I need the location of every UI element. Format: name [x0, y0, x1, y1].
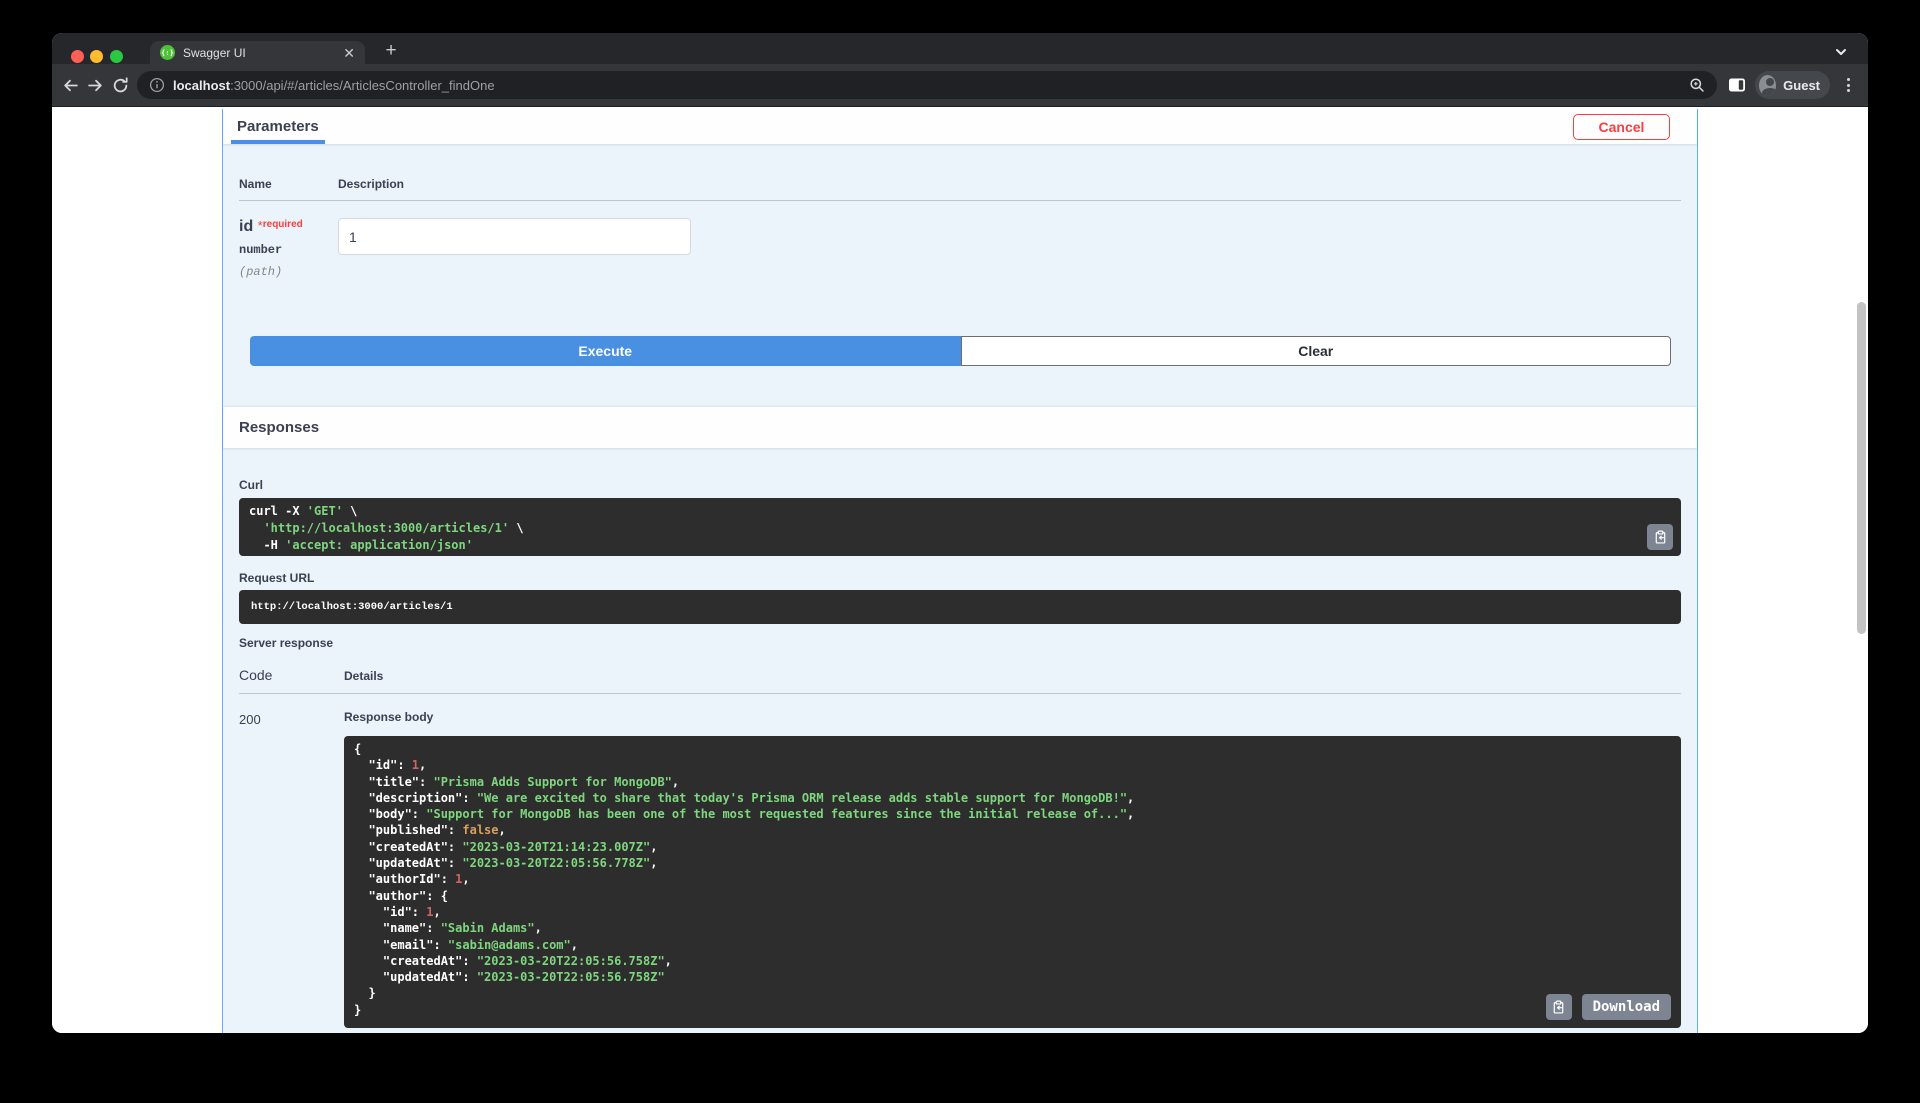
back-icon[interactable] [58, 71, 82, 99]
responses-section-header: Responses [223, 407, 1697, 448]
request-url-value: http://localhost:3000/articles/1 [239, 590, 1681, 624]
browser-titlebar: {:} Swagger UI ✕ + [52, 33, 1868, 64]
tab-close-icon[interactable]: ✕ [343, 46, 355, 60]
reload-icon[interactable] [108, 71, 132, 99]
profile-label: Guest [1783, 77, 1820, 93]
forward-icon[interactable] [83, 71, 107, 99]
site-info-icon[interactable] [149, 77, 165, 93]
tab-parameters[interactable]: Parameters [231, 109, 325, 144]
parameter-location: (path) [239, 265, 283, 279]
copy-response-button[interactable] [1545, 994, 1572, 1020]
execute-button[interactable]: Execute [250, 336, 961, 366]
new-tab-icon[interactable]: + [380, 40, 402, 62]
curl-label: Curl [239, 478, 263, 492]
operation-block: Parameters Cancel Name Description id *r… [222, 109, 1698, 1033]
swagger-favicon-icon: {:} [160, 45, 175, 60]
responses-body: Curl curl -X 'GET' \ 'http://localhost:3… [223, 448, 1697, 1028]
tab-title: Swagger UI [183, 45, 246, 60]
clear-button[interactable]: Clear [960, 336, 1671, 366]
code-column-header: Code [239, 667, 273, 683]
avatar [1759, 74, 1777, 96]
url-host: localhost [173, 77, 231, 93]
parameters-section-header: Parameters Cancel [223, 109, 1697, 144]
response-row: 200 Response body { "id": 1, "title": "P… [239, 694, 1681, 1028]
responses-title: Responses [239, 419, 320, 436]
request-url-label: Request URL [239, 571, 315, 585]
parameter-type: number [239, 243, 283, 257]
response-table-header: Code Details [239, 667, 1681, 694]
copy-curl-button[interactable] [1647, 524, 1673, 550]
profile-button[interactable]: Guest [1755, 71, 1830, 99]
details-column-header: Details [344, 669, 384, 683]
browser-toolbar: localhost:3000/api/#/articles/ArticlesCo… [52, 64, 1868, 107]
window-maximize-button[interactable] [110, 50, 123, 63]
response-body-label: Response body [344, 710, 434, 724]
response-body-json: { "id": 1, "title": "Prisma Adds Support… [344, 736, 1681, 1028]
column-header-description: Description [338, 177, 405, 191]
side-panel-icon[interactable] [1725, 73, 1749, 97]
cancel-button[interactable]: Cancel [1573, 113, 1670, 140]
window-close-button[interactable] [71, 50, 84, 63]
address-bar[interactable]: localhost:3000/api/#/articles/ArticlesCo… [137, 71, 1717, 99]
browser-tab[interactable]: {:} Swagger UI ✕ [150, 41, 365, 64]
curl-command-block: curl -X 'GET' \ 'http://localhost:3000/a… [239, 498, 1681, 556]
required-label: required [262, 219, 303, 230]
server-response-label: Server response [239, 636, 334, 650]
window-minimize-button[interactable] [90, 50, 103, 63]
parameters-title: Parameters [237, 118, 319, 135]
page-scrollbar[interactable] [1857, 302, 1866, 634]
browser-window: {:} Swagger UI ✕ + localhost:3000/api/#/… [52, 33, 1868, 1033]
download-button[interactable]: Download [1581, 994, 1671, 1020]
swagger-page: Parameters Cancel Name Description id *r… [52, 107, 1868, 1033]
parameters-table: Name Description id *required number (pa… [223, 144, 1697, 279]
zoom-icon[interactable] [1689, 77, 1705, 93]
parameter-row: id *required number (path) [239, 201, 1681, 279]
required-marker: * [257, 218, 263, 233]
parameter-name: id [239, 218, 254, 235]
url-path: :3000/api/#/articles/ArticlesController_… [230, 77, 495, 93]
tab-search-chevron-icon[interactable] [1832, 43, 1850, 61]
toolbar-right-group: Guest [1725, 71, 1858, 99]
url-text: localhost:3000/api/#/articles/ArticlesCo… [173, 78, 495, 93]
column-header-name: Name [239, 177, 272, 191]
status-code: 200 [239, 712, 261, 727]
parameter-id-input[interactable] [338, 218, 691, 255]
execute-button-group: Execute Clear [250, 336, 1671, 366]
browser-menu-icon[interactable] [1838, 73, 1858, 97]
